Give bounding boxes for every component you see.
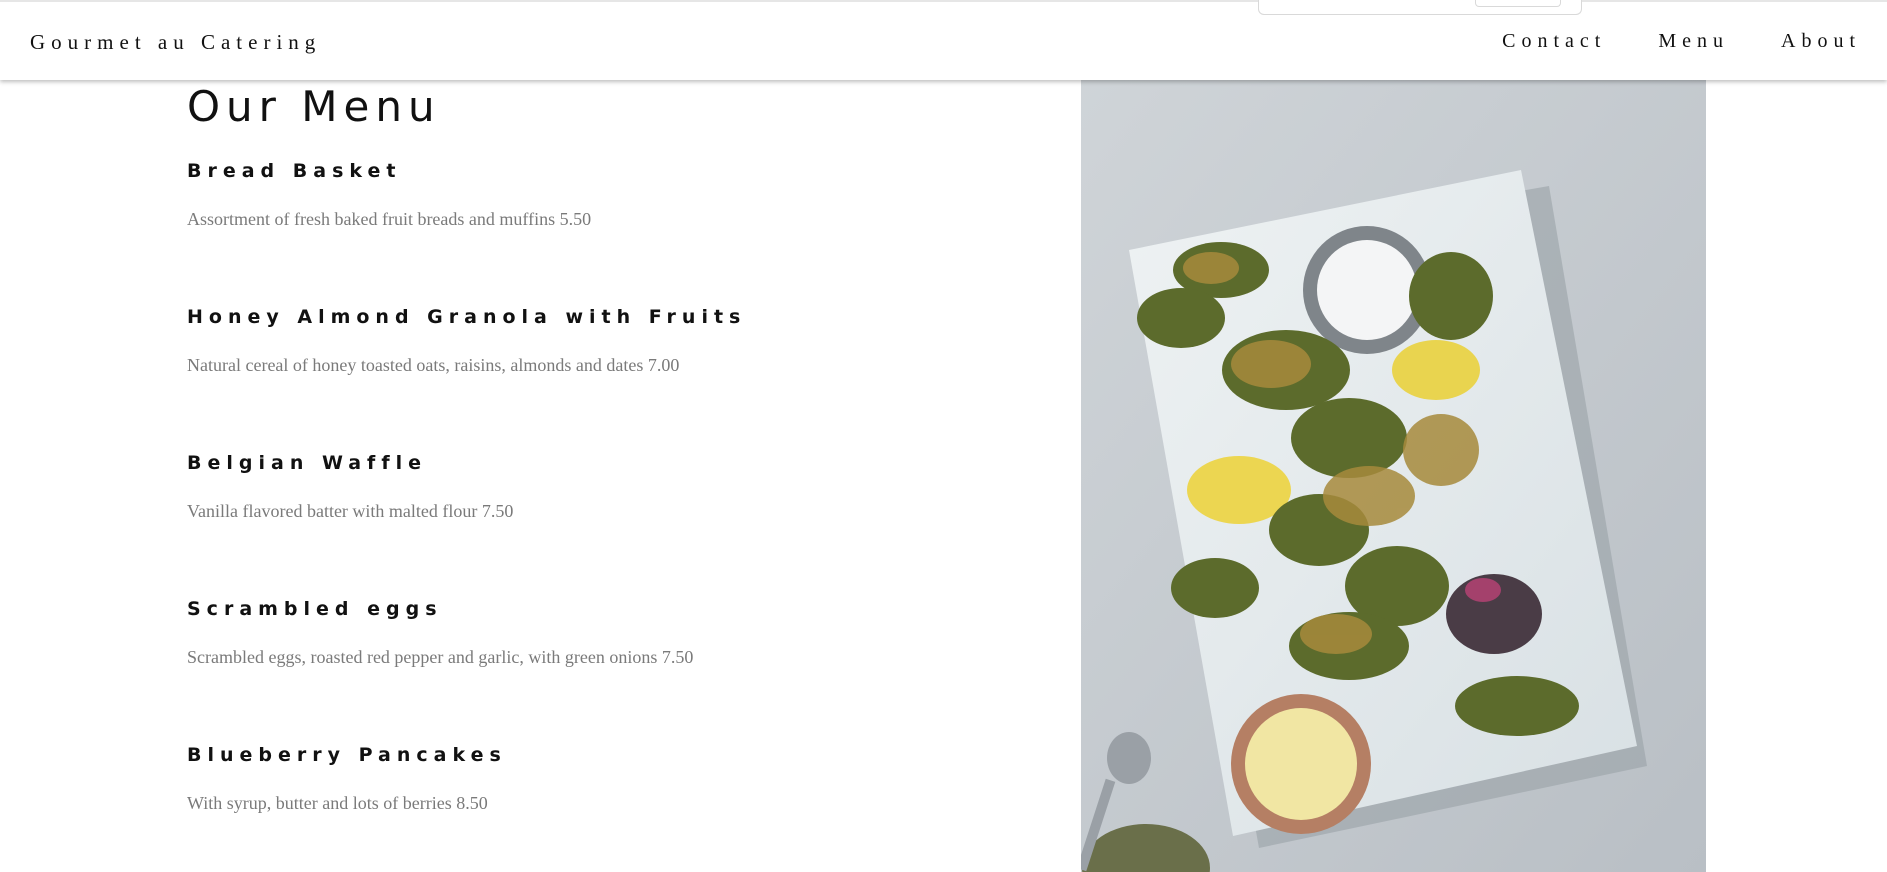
overlay-popup-edge	[1258, 0, 1582, 15]
menu-item-description: Natural cereal of honey toasted oats, ra…	[187, 355, 680, 375]
menu-item: Honey Almond Granola with Fruits Natural…	[187, 306, 987, 376]
menu-item-name: Belgian Waffle	[187, 452, 427, 474]
menu-item-name: Honey Almond Granola with Fruits	[187, 306, 747, 328]
nav-link-menu[interactable]: Menu	[1658, 30, 1729, 53]
menu-item-description: Scrambled eggs, roasted red pepper and g…	[187, 647, 694, 667]
menu-item: Blueberry Pancakes With syrup, butter an…	[187, 744, 987, 814]
menu-item: Scrambled eggs Scrambled eggs, roasted r…	[187, 598, 987, 668]
menu-section: Our Menu Bread Basket Assortment of fres…	[187, 78, 1007, 813]
page-title: Our Menu	[187, 82, 441, 131]
top-navbar: Gourmet au Catering Contact Menu About	[0, 0, 1887, 80]
brand-link[interactable]: Gourmet au Catering	[30, 30, 321, 55]
nav-link-about[interactable]: About	[1781, 30, 1861, 53]
menu-item-description: Assortment of fresh baked fruit breads a…	[187, 209, 592, 229]
menu-item: Belgian Waffle Vanilla flavored batter w…	[187, 452, 987, 522]
menu-item: Bread Basket Assortment of fresh baked f…	[187, 160, 987, 230]
menu-item-description: With syrup, butter and lots of berries 8…	[187, 793, 488, 813]
overlay-popup-button-edge[interactable]	[1475, 0, 1561, 7]
menu-item-description: Vanilla flavored batter with malted flou…	[187, 501, 514, 521]
menu-item-name: Scrambled eggs	[187, 598, 443, 620]
menu-item-name: Blueberry Pancakes	[187, 744, 507, 766]
nav-link-contact[interactable]: Contact	[1502, 30, 1606, 53]
food-photo	[1081, 78, 1706, 872]
menu-item-name: Bread Basket	[187, 160, 402, 182]
main-nav: Contact Menu About	[1502, 30, 1861, 53]
